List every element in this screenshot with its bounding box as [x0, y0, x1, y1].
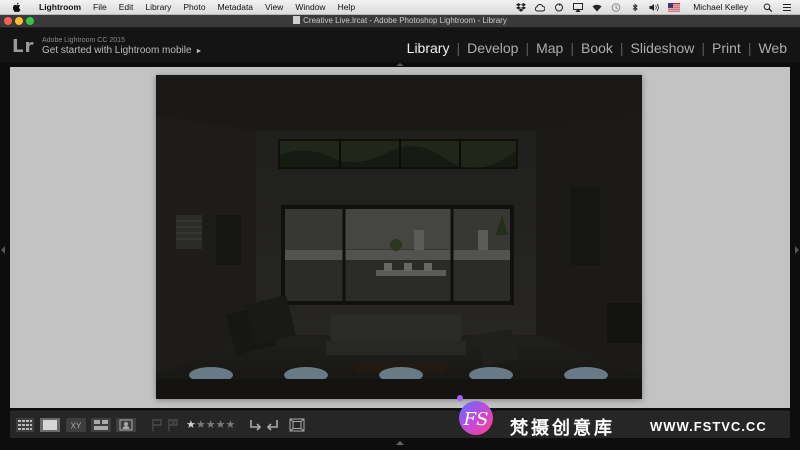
window-title: Creative Live.lrcat - Adobe Photoshop Li… [303, 16, 507, 25]
top-panel-toggle-icon[interactable] [396, 63, 404, 66]
loupe-view-icon[interactable] [40, 418, 60, 432]
site-watermark: FS 梵摄创意库 WWW.FSTVC.CC [452, 384, 800, 446]
module-book[interactable]: Book [574, 40, 620, 56]
creative-cloud-icon[interactable] [535, 3, 546, 12]
menu-library[interactable]: Library [139, 2, 177, 12]
app-menu[interactable]: Lightroom [33, 2, 87, 12]
lightroom-logo: Lr [12, 36, 35, 57]
rating-star[interactable]: ★ [196, 419, 206, 431]
module-picker: Library | Develop | Map | Book | Slideshow | … [400, 40, 794, 56]
window-titlebar: Creative Live.lrcat - Adobe Photoshop Li… [0, 15, 800, 28]
rating-star[interactable]: ★ [186, 419, 196, 431]
rotate-left-icon[interactable] [248, 418, 262, 432]
airplay-icon[interactable] [573, 2, 584, 12]
module-library[interactable]: Library [400, 40, 457, 56]
bluetooth-icon[interactable] [630, 2, 640, 12]
rating-star[interactable]: ★ [206, 419, 216, 431]
loupe-view-canvas[interactable] [10, 67, 790, 408]
disclosure-triangle-icon[interactable]: ► [196, 48, 203, 55]
compare-view-label: XY [71, 422, 82, 431]
loupe-photo[interactable] [156, 75, 642, 399]
module-print[interactable]: Print [705, 40, 748, 56]
spotlight-search-icon[interactable] [763, 3, 773, 12]
module-develop[interactable]: Develop [460, 40, 525, 56]
star-rating[interactable]: ★★★★★ [186, 418, 235, 431]
menu-view[interactable]: View [259, 2, 289, 12]
grid-view-icon[interactable] [16, 418, 34, 432]
apple-menu-icon[interactable] [12, 2, 22, 12]
user-name[interactable]: Michael Kelley [693, 2, 748, 12]
status-menu-area: Michael Kelley [516, 2, 800, 12]
flag-pick-icon[interactable] [150, 418, 164, 432]
module-slideshow[interactable]: Slideshow [624, 40, 702, 56]
rating-star[interactable]: ★ [216, 419, 226, 431]
survey-view-icon[interactable] [91, 418, 111, 432]
interior-living-room-photo [156, 75, 642, 399]
module-map[interactable]: Map [529, 40, 570, 56]
watermark-text: 梵摄创意库 [510, 418, 615, 439]
lightroom-mobile-prompt[interactable]: Get started with Lightroom mobile ► [42, 45, 202, 56]
watermark-url: WWW.FSTVC.CC [650, 419, 767, 434]
menu-edit[interactable]: Edit [113, 2, 140, 12]
compare-view-icon[interactable]: XY [66, 418, 86, 432]
time-machine-icon[interactable] [611, 2, 621, 12]
wifi-icon[interactable] [592, 3, 602, 12]
flag-icon[interactable] [668, 2, 681, 12]
window-close-button[interactable] [4, 17, 12, 25]
module-web[interactable]: Web [751, 40, 794, 56]
bottom-panel-toggle-icon[interactable] [396, 441, 404, 445]
menu-photo[interactable]: Photo [177, 2, 211, 12]
window-minimize-button[interactable] [15, 17, 23, 25]
watermark-logo: FS [457, 395, 493, 435]
people-view-icon[interactable] [116, 418, 136, 432]
window-zoom-button[interactable] [26, 17, 34, 25]
dropbox-icon[interactable] [516, 2, 527, 12]
menu-metadata[interactable]: Metadata [212, 2, 259, 12]
menu-window[interactable]: Window [289, 2, 331, 12]
crop-overlay-icon[interactable] [289, 418, 305, 432]
sync-icon[interactable] [554, 3, 564, 12]
watermark-logo-text: FS [463, 409, 489, 430]
catalog-document-icon [293, 16, 301, 24]
volume-icon[interactable] [649, 3, 659, 12]
left-panel-toggle-icon[interactable] [1, 246, 5, 254]
identity-plate-bar: Lr Adobe Lightroom CC 2015 Get started w… [0, 28, 800, 62]
notification-center-icon[interactable] [782, 3, 792, 12]
rating-star[interactable]: ★ [226, 419, 236, 431]
flag-reject-icon[interactable] [166, 418, 180, 432]
menu-help[interactable]: Help [332, 2, 361, 12]
system-menubar: Lightroom File Edit Library Photo Metada… [0, 0, 800, 15]
menu-file[interactable]: File [87, 2, 113, 12]
rotate-right-icon[interactable] [266, 418, 280, 432]
product-name: Adobe Lightroom CC 2015 [42, 37, 125, 44]
right-panel-toggle-icon[interactable] [795, 246, 799, 254]
mobile-prompt-label: Get started with Lightroom mobile [42, 45, 192, 56]
